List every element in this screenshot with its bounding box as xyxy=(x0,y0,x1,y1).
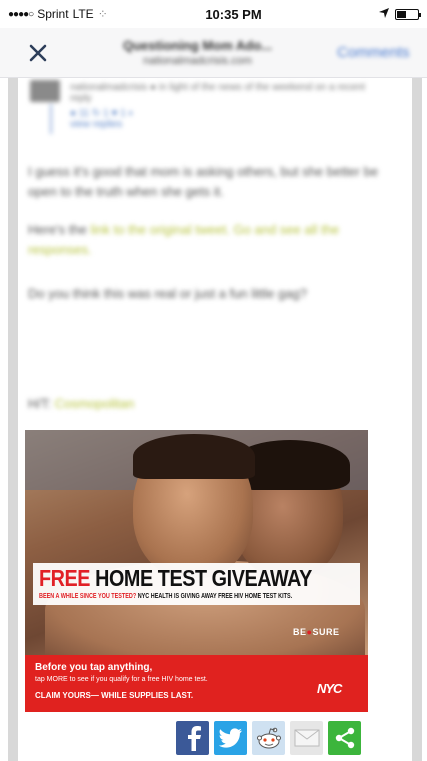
ad-campaign-tag: BE●SURE xyxy=(293,627,340,637)
ad-subline-rest: NYC HEALTH IS GIVING AWAY FREE HIV HOME … xyxy=(136,593,293,600)
article-paragraph-2: Here's the link to the original tweet. G… xyxy=(28,220,406,260)
article-paragraph-1: I guess it's good that mom is asking oth… xyxy=(28,164,379,199)
ad-campaign-pre: BE xyxy=(293,627,307,637)
paragraph-2-text: Here's the xyxy=(28,222,91,237)
avatar xyxy=(30,80,60,102)
nyc-logo: NYC xyxy=(317,681,342,696)
email-icon xyxy=(294,729,319,747)
reddit-share-button[interactable] xyxy=(252,721,285,755)
embedded-comment: nationalmadcrisis ● in light of the news… xyxy=(30,78,390,138)
share-icon xyxy=(335,727,354,749)
signal-strength-icon: ●●●●○ xyxy=(8,8,34,20)
twitter-share-button[interactable] xyxy=(214,721,247,755)
ad-cta-line-1: Before you tap anything, xyxy=(35,662,153,673)
ad-subline: BEEN A WHILE SINCE YOU TESTED? NYC HEALT… xyxy=(39,593,292,600)
ad-photo-hair-1 xyxy=(133,434,255,479)
loading-icon: ⁘ xyxy=(97,7,108,21)
twitter-icon xyxy=(218,728,242,748)
comment-stats-text: ● 11 ↻ 1 ♥ 1 ◐ xyxy=(70,108,135,119)
ad-campaign-post: SURE xyxy=(312,627,340,637)
advertisement[interactable]: FREE HOME TEST GIVEAWAY BEEN A WHILE SIN… xyxy=(25,430,368,712)
carrier-label: Sprint xyxy=(37,7,69,21)
ad-headline: FREE HOME TEST GIVEAWAY xyxy=(39,565,312,592)
hat-tip-label: H/T: xyxy=(28,396,55,411)
status-right-group xyxy=(339,7,421,21)
more-share-button[interactable] xyxy=(328,721,361,755)
article-content: nationalmadcrisis ● in light of the news… xyxy=(0,78,427,761)
right-rail xyxy=(412,78,422,761)
ad-headline-rest: HOME TEST GIVEAWAY xyxy=(90,565,312,591)
hat-tip-line: H/T: Cosmopolitan xyxy=(28,394,406,414)
page-url: nationalmadcrisis.com xyxy=(143,55,252,67)
ad-headline-banner: FREE HOME TEST GIVEAWAY BEEN A WHILE SIN… xyxy=(33,563,360,605)
page-title: Questioning Mom Ado... xyxy=(122,38,272,53)
share-bar xyxy=(176,721,361,755)
facebook-share-button[interactable] xyxy=(176,721,209,755)
status-bar: ●●●●○ Sprint LTE ⁘ 10:35 PM xyxy=(0,0,427,28)
view-replies-link[interactable]: view replies xyxy=(70,119,135,130)
comment-stats[interactable]: ● 11 ↻ 1 ♥ 1 ◐ view replies xyxy=(70,108,135,130)
nav-title-group: Questioning Mom Ado... nationalmadcrisis… xyxy=(58,38,337,67)
ad-subline-question: BEEN A WHILE SINCE YOU TESTED? xyxy=(39,593,137,600)
facebook-icon xyxy=(187,726,201,751)
ad-cta-line-3: CLAIM YOURS— WHILE SUPPLIES LAST. xyxy=(35,691,194,700)
ad-cta-panel[interactable]: Before you tap anything, tap MORE to see… xyxy=(25,655,368,712)
network-label: LTE xyxy=(72,7,94,21)
battery-icon xyxy=(395,8,421,20)
ad-cta-line-2: tap MORE to see if you qualify for a fre… xyxy=(35,676,208,683)
close-button[interactable] xyxy=(18,33,58,73)
ad-photo: FREE HOME TEST GIVEAWAY BEEN A WHILE SIN… xyxy=(25,430,368,660)
reddit-icon xyxy=(256,727,281,749)
location-arrow-icon xyxy=(379,7,389,21)
comment-meta: nationalmadcrisis ● in light of the news… xyxy=(70,82,366,104)
status-time: 10:35 PM xyxy=(205,6,262,22)
email-share-button[interactable] xyxy=(290,721,323,755)
ad-headline-free: FREE xyxy=(39,565,91,591)
close-icon xyxy=(29,44,47,61)
article-paragraph-3: Do you think this was real or just a fun… xyxy=(28,286,307,301)
comments-button[interactable]: Comments xyxy=(337,44,427,61)
hat-tip-link[interactable]: Cosmopolitan xyxy=(55,396,135,411)
left-rail xyxy=(8,78,18,761)
thread-line xyxy=(50,104,52,134)
nav-bar: Questioning Mom Ado... nationalmadcrisis… xyxy=(0,28,427,78)
